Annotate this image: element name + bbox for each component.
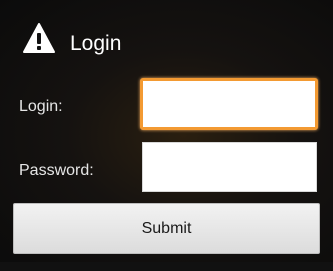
warning-icon bbox=[22, 22, 56, 54]
login-dialog: Login Login: Password: Submit bbox=[0, 0, 333, 271]
login-label: Login: bbox=[19, 98, 63, 115]
dialog-title: Login bbox=[70, 32, 122, 55]
bottom-divider bbox=[0, 262, 333, 271]
login-input[interactable] bbox=[140, 78, 318, 130]
password-label: Password: bbox=[19, 162, 94, 179]
password-input[interactable] bbox=[142, 142, 317, 192]
submit-button[interactable]: Submit bbox=[13, 203, 320, 254]
dialog-title-bar: Login bbox=[0, 0, 333, 64]
